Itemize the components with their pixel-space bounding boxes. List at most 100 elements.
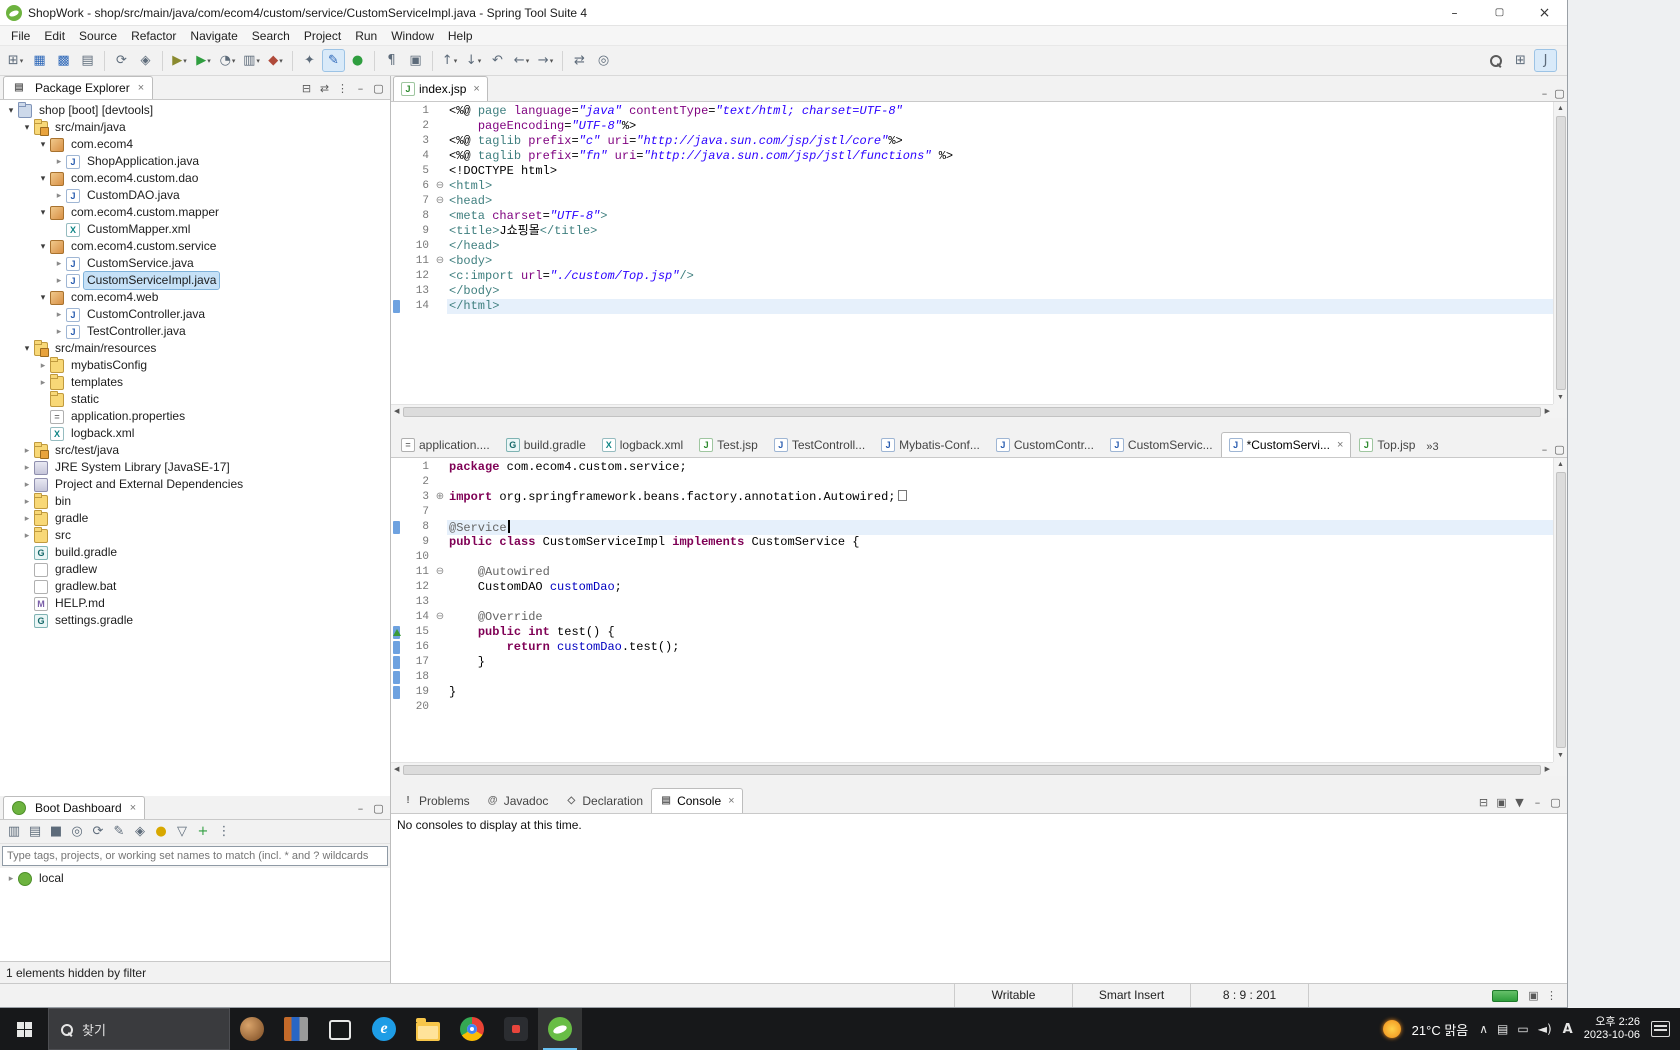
annotation-ruler[interactable]: [391, 610, 405, 625]
menu-navigate[interactable]: Navigate: [183, 27, 244, 45]
expand-arrow-icon[interactable]: ▾: [36, 289, 50, 306]
code-text[interactable]: return customDao.test();: [447, 640, 1553, 655]
display-selected-console-button[interactable]: ▣: [1494, 794, 1509, 810]
start-debug-button[interactable]: ▤: [25, 822, 45, 842]
tab-index.jsp[interactable]: Jindex.jsp ×: [393, 76, 488, 101]
file-explorer-button[interactable]: [406, 1008, 450, 1050]
add-button[interactable]: +: [193, 822, 213, 842]
tree-item[interactable]: ▸ mybatisConfig: [0, 356, 390, 374]
tray-app[interactable]: ▤: [1497, 1022, 1508, 1036]
annotation-ruler[interactable]: [391, 670, 405, 685]
code-text[interactable]: public int test() {: [447, 625, 1553, 640]
annotation-ruler[interactable]: [391, 194, 405, 209]
search-button[interactable]: [1484, 49, 1507, 72]
close-icon[interactable]: ×: [138, 82, 144, 94]
annotation-ruler[interactable]: [391, 655, 405, 670]
code-text[interactable]: @Service: [447, 520, 1553, 535]
line-number[interactable]: 2: [405, 475, 433, 490]
vertical-scrollbar[interactable]: ▲ ▼: [1553, 458, 1567, 762]
code-text[interactable]: [447, 550, 1553, 565]
menu-edit[interactable]: Edit: [37, 27, 72, 45]
annotation-ruler[interactable]: [391, 700, 405, 715]
minimize-button[interactable]: –: [1530, 794, 1545, 810]
package-explorer-tree[interactable]: ▾ shop [boot] [devtools] ▾ src/main/java ▾ co…: [0, 100, 390, 796]
tag-button[interactable]: ◈: [130, 822, 150, 842]
line-number[interactable]: 14: [405, 299, 433, 314]
boot-dashboard-button[interactable]: ●: [346, 49, 369, 72]
minimize-window-button[interactable]: [1432, 0, 1477, 25]
annotation-ruler[interactable]: [391, 284, 405, 299]
external-tools-button[interactable]: ◆ ▾: [264, 49, 287, 72]
menu-source[interactable]: Source: [72, 27, 124, 45]
editor-sash[interactable]: [391, 418, 1567, 432]
horizontal-scrollbar[interactable]: ◀ ▶: [391, 404, 1553, 418]
tree-item[interactable]: ▾ src/main/resources: [0, 339, 390, 357]
code-text[interactable]: <%@ taglib prefix="c" uri="http://java.s…: [447, 134, 1553, 149]
boot-target-item[interactable]: ▸ local: [0, 870, 390, 887]
fold-toggle-icon[interactable]: ⊕: [433, 490, 447, 505]
scroll-down-icon[interactable]: ▼: [1554, 749, 1567, 762]
refresh-button[interactable]: ⟳: [88, 822, 108, 842]
progress-menu-button[interactable]: ⋮: [1544, 988, 1559, 1004]
tab-customservi...[interactable]: J *CustomServi... ×: [1220, 432, 1352, 457]
pin-console-button[interactable]: ⊟: [1476, 794, 1491, 810]
view-menu-button[interactable]: ⋮: [214, 822, 234, 842]
tab-overflow-indicator[interactable]: »3: [1423, 441, 1443, 457]
tree-item[interactable]: ▸ J CustomService.java: [0, 255, 390, 272]
annotation-ruler[interactable]: [391, 490, 405, 505]
view-tab-javadoc[interactable]: @ Javadoc: [478, 788, 557, 813]
tree-item[interactable]: ▸ gradle: [0, 509, 390, 527]
print-button[interactable]: ▤: [76, 49, 99, 72]
java-editor-content[interactable]: 1 package com.ecom4.custom.service; 2 3 ⊕ imp…: [391, 458, 1553, 762]
code-text[interactable]: <body>: [447, 254, 1553, 269]
fold-toggle-icon[interactable]: ⊖: [433, 610, 447, 625]
annotation-ruler[interactable]: [391, 149, 405, 164]
expand-arrow-icon[interactable]: ▸: [36, 357, 50, 374]
tree-item[interactable]: ▸ JRE System Library [JavaSE-17]: [0, 459, 390, 476]
annotation-ruler[interactable]: [391, 209, 405, 224]
line-number[interactable]: 1: [405, 460, 433, 475]
annotation-ruler[interactable]: [391, 460, 405, 475]
package-explorer-tab[interactable]: ▤ Package Explorer ×: [3, 76, 154, 99]
code-text[interactable]: pageEncoding="UTF-8"%>: [447, 119, 1553, 134]
annotation-ruler[interactable]: [391, 224, 405, 239]
code-text[interactable]: import org.springframework.beans.factory…: [447, 490, 1553, 505]
annotation-ruler[interactable]: [391, 550, 405, 565]
line-number[interactable]: 13: [405, 284, 433, 299]
mark-occurrences-button[interactable]: ✎: [322, 49, 345, 72]
menu-file[interactable]: File: [4, 27, 37, 45]
tree-item[interactable]: ▸ src: [0, 526, 390, 544]
volume[interactable]: ◄): [1538, 1022, 1552, 1036]
tree-item[interactable]: ▸ J CustomDAO.java: [0, 187, 390, 204]
next-annotation-button[interactable]: ↓ ▾: [462, 49, 485, 72]
code-text[interactable]: CustomDAO customDao;: [447, 580, 1553, 595]
code-text[interactable]: <%@ taglib prefix="fn" uri="http://java.…: [447, 149, 1553, 164]
link-with-editor-button[interactable]: ⇄: [317, 80, 332, 96]
tab-testcontroll...[interactable]: J TestControll...: [766, 432, 873, 457]
code-text[interactable]: [447, 595, 1553, 610]
new-wizard-button[interactable]: ✦: [298, 49, 321, 72]
line-number[interactable]: 1: [405, 104, 433, 119]
tree-item[interactable]: ▸ J TestController.java: [0, 323, 390, 340]
tree-item[interactable]: ▾ com.ecom4.custom.dao: [0, 170, 390, 187]
close-icon[interactable]: ×: [473, 83, 479, 95]
expand-arrow-icon[interactable]: ▾: [20, 340, 34, 357]
close-window-button[interactable]: [1522, 0, 1567, 25]
previous-annotation-button[interactable]: ↑ ▾: [438, 49, 461, 72]
code-text[interactable]: <%@ page language="java" contentType="te…: [447, 104, 1553, 119]
annotation-ruler[interactable]: [391, 164, 405, 179]
open-perspective-button[interactable]: ⊞: [1509, 49, 1532, 72]
view-tab-problems[interactable]: ! Problems: [393, 788, 478, 813]
expand-arrow-icon[interactable]: ▸: [4, 870, 18, 887]
minimize-button[interactable]: –: [1537, 441, 1552, 457]
line-number[interactable]: 3: [405, 134, 433, 149]
minimize-button[interactable]: –: [353, 80, 368, 96]
build-all-button[interactable]: ◈: [134, 49, 157, 72]
expand-arrow-icon[interactable]: ▸: [20, 527, 34, 544]
edit-config-button[interactable]: ✎: [109, 822, 129, 842]
line-number[interactable]: 13: [405, 595, 433, 610]
menu-help[interactable]: Help: [441, 27, 480, 45]
code-text[interactable]: @Override: [447, 610, 1553, 625]
tree-item[interactable]: Gbuild.gradle: [0, 544, 390, 561]
open-console-button[interactable]: ▼: [1512, 794, 1527, 810]
